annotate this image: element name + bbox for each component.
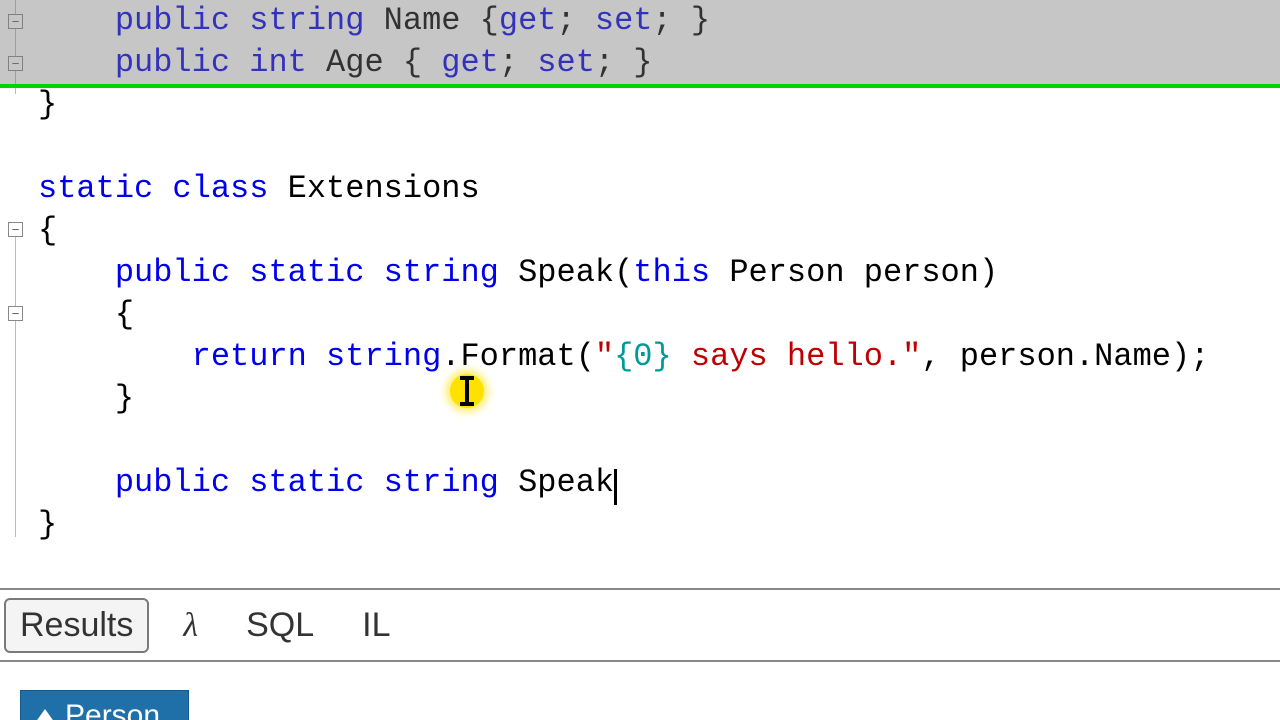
active-region-border [0,84,1280,88]
code-line[interactable]: public static string Speak(this Person p… [38,252,1280,294]
code-line[interactable]: } [38,504,1280,546]
tab-results[interactable]: Results [4,598,149,653]
code-line[interactable]: { [38,294,1280,336]
result-expand-person[interactable]: Person [20,690,189,720]
code-line[interactable]: return string.Format("{0} says hello.", … [38,336,1280,378]
code-line[interactable]: } [38,378,1280,420]
fold-line [15,237,16,537]
fold-gutter: − − − − [0,0,32,590]
editor-border [0,588,1280,590]
fold-toggle[interactable]: − [8,14,23,29]
results-panel[interactable]: Person [2,664,1278,720]
code-area[interactable]: public string Name {get; set; } public i… [32,0,1280,590]
code-line[interactable]: } [38,84,1280,126]
results-divider [0,660,1280,662]
expand-icon [35,709,55,720]
code-line[interactable]: { [38,210,1280,252]
code-line[interactable]: public string Name {get; set; } [38,0,1280,42]
code-editor[interactable]: − − − − public string Name {get; set; } … [0,0,1280,590]
fold-toggle[interactable]: − [8,56,23,71]
tab-sql[interactable]: SQL [232,600,328,651]
fold-toggle[interactable]: − [8,306,23,321]
code-line[interactable]: public static string Speak [38,462,1280,504]
result-type-label: Person [65,699,160,720]
results-tabs: Results λ SQL IL [4,598,405,653]
text-cursor [614,469,617,505]
fold-toggle[interactable]: − [8,222,23,237]
tab-lambda[interactable]: λ [169,601,212,651]
code-line[interactable]: public int Age { get; set; } [38,42,1280,84]
code-line[interactable]: static class Extensions [38,168,1280,210]
tab-il[interactable]: IL [348,600,404,651]
